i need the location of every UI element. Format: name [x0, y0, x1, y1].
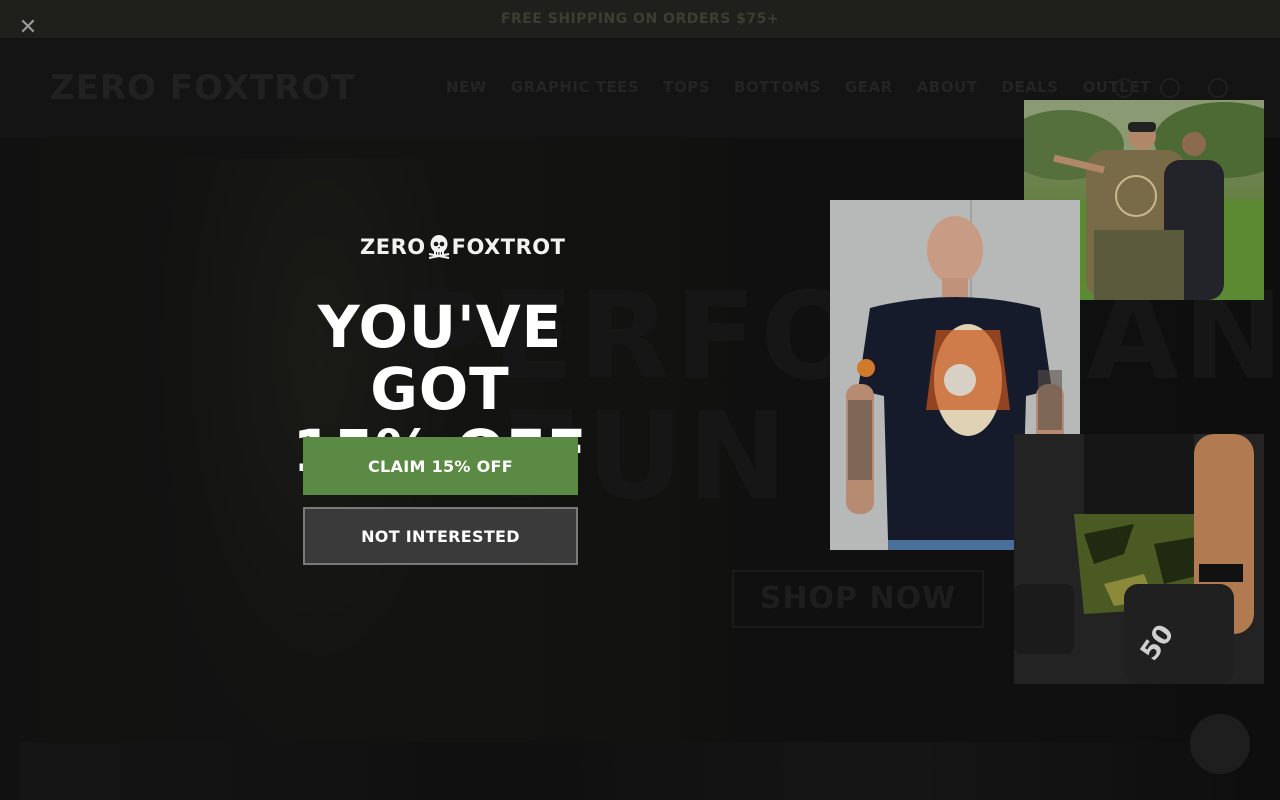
popup-logo-right: FOXTROT — [451, 235, 566, 259]
skull-icon — [428, 234, 450, 260]
popup-headline-line1: YOU'VE GOT — [317, 293, 563, 423]
close-icon[interactable]: ✕ — [16, 16, 40, 40]
gym-shorts-photo: 50 — [1014, 434, 1264, 684]
not-interested-button[interactable]: NOT INTERESTED — [303, 507, 578, 565]
page: FREE SHIPPING ON ORDERS $75+ ZERO FOXTRO… — [0, 0, 1280, 800]
popup-logo-left: ZERO — [360, 235, 426, 259]
popup-logo: ZERO FOXTROT — [360, 234, 565, 260]
claim-discount-button[interactable]: CLAIM 15% OFF — [303, 437, 578, 495]
